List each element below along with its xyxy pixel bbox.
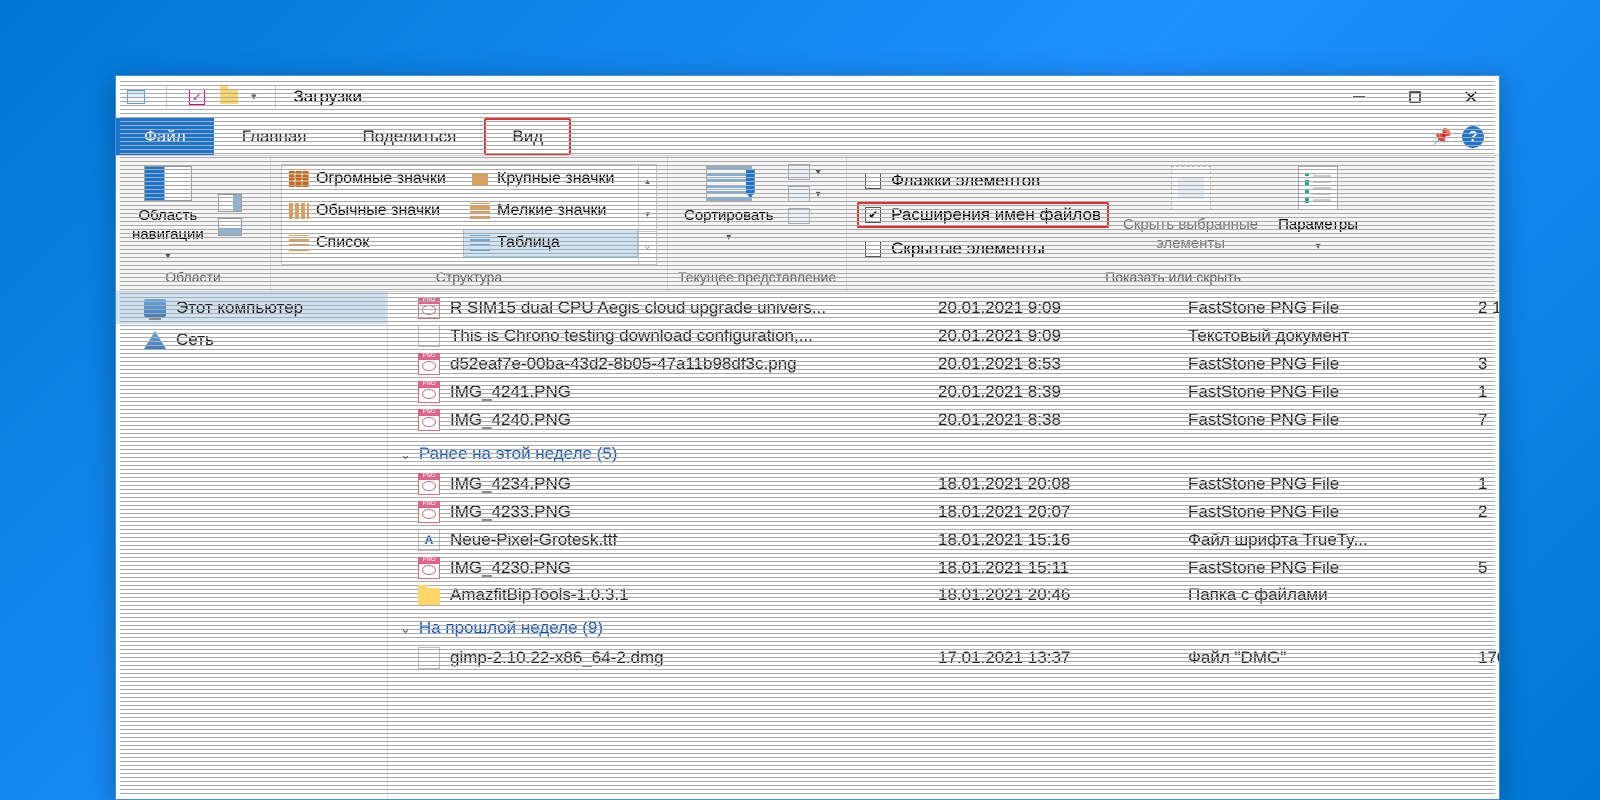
png-file-icon [418, 501, 440, 523]
png-file-icon [418, 473, 440, 495]
png-file-icon [418, 557, 440, 579]
png-file-icon [418, 409, 440, 431]
png-file-icon [418, 353, 440, 375]
png-file-icon [418, 381, 440, 403]
chevron-down-icon: ⌄ [400, 621, 411, 637]
content-area: Этот компьютер Сеть R SIM15 dual CPU Aeg… [116, 292, 1499, 799]
txt-file-icon [418, 325, 440, 347]
explorer-window: ✓ ▾ Загрузки Файл Главная Поделиться Вид… [115, 75, 1500, 800]
chevron-down-icon: ⌄ [400, 447, 411, 463]
folder-file-icon [418, 588, 440, 605]
file-list[interactable]: R SIM15 dual CPU Aegis cloud upgrade uni… [388, 292, 1499, 799]
file-row[interactable]: This is Chrono testing download configur… [388, 322, 1499, 350]
